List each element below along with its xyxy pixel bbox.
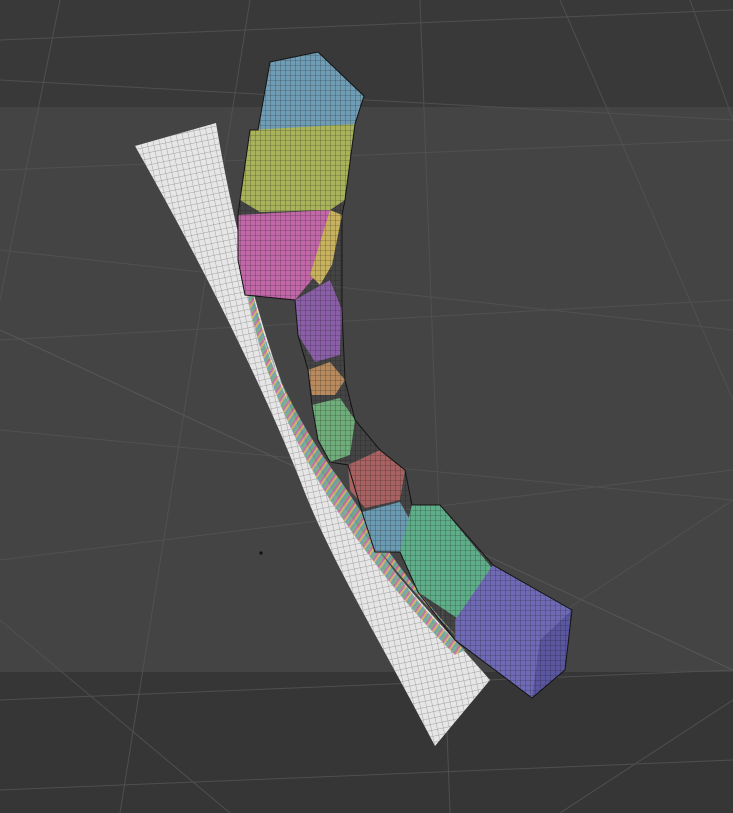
origin-marker [259,551,263,555]
floor-grid [0,0,733,813]
3d-viewport[interactable] [0,0,733,813]
scene-canvas[interactable] [0,0,733,813]
